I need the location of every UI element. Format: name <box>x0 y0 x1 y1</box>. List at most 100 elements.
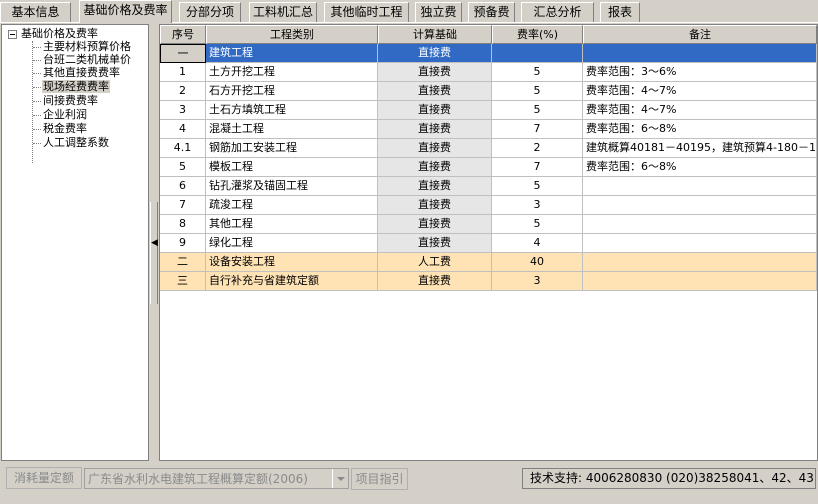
cell-basis[interactable]: 直接费 <box>378 158 492 177</box>
cell-type[interactable]: 钢筋加工安装工程 <box>206 139 378 158</box>
tab-basic-info[interactable]: 基本信息 <box>0 2 71 22</box>
cell-basis[interactable]: 直接费 <box>378 120 492 139</box>
table-row[interactable]: 一建筑工程 直接费 <box>160 44 817 63</box>
tab-labor-material-summary[interactable]: 工料机汇总 <box>249 2 317 22</box>
cell-rate[interactable]: 40 <box>492 253 583 272</box>
cell-note[interactable] <box>583 196 817 215</box>
table-row[interactable]: 4 混凝土工程 直接费 7 费率范围：6～8% <box>160 120 817 139</box>
table-row[interactable]: 3 土石方填筑工程 直接费 5 费率范围：4～7% <box>160 101 817 120</box>
cell-no[interactable]: 7 <box>160 196 206 215</box>
tab-independent-fee[interactable]: 独立费 <box>415 2 462 22</box>
cell-note[interactable]: 费率范围：3～6% <box>583 63 817 82</box>
cell-rate[interactable]: 5 <box>492 101 583 120</box>
cell-type[interactable]: 其他工程 <box>206 215 378 234</box>
cell-rate[interactable]: 5 <box>492 82 583 101</box>
table-row[interactable]: 6 钻孔灌浆及锚固工程 直接费 5 <box>160 177 817 196</box>
table-row[interactable]: 二设备安装工程 人工费 40 <box>160 253 817 272</box>
cell-note[interactable]: 建筑概算40181－40195，建筑预算4-180－1 <box>583 139 817 158</box>
cell-basis[interactable]: 直接费 <box>378 272 492 291</box>
cell-basis[interactable]: 人工费 <box>378 253 492 272</box>
cell-basis[interactable]: 直接费 <box>378 177 492 196</box>
tab-reports[interactable]: 报表 <box>600 2 640 22</box>
cell-no[interactable]: 8 <box>160 215 206 234</box>
tab-reserve-fee[interactable]: 预备费 <box>468 2 515 22</box>
cell-note[interactable]: 费率范围：6～8% <box>583 120 817 139</box>
cell-basis[interactable]: 直接费 <box>378 234 492 253</box>
consume-quota-button[interactable]: 消耗量定额 <box>6 467 82 489</box>
cell-note[interactable]: 费率范围：4～7% <box>583 101 817 120</box>
cell-type[interactable]: 设备安装工程 <box>206 253 378 272</box>
collapse-left-icon[interactable]: ◀ <box>151 238 158 248</box>
cell-rate[interactable]: 2 <box>492 139 583 158</box>
table-row[interactable]: 7 疏浚工程 直接费 3 <box>160 196 817 215</box>
cell-type[interactable]: 疏浚工程 <box>206 196 378 215</box>
cell-rate[interactable]: 7 <box>492 158 583 177</box>
table-row[interactable]: 1 土方开挖工程 直接费 5 费率范围：3～6% <box>160 63 817 82</box>
table-row[interactable]: 9 绿化工程 直接费 4 <box>160 234 817 253</box>
cell-rate[interactable] <box>492 44 583 63</box>
table-row[interactable]: 5 模板工程 直接费 7 费率范围：6～8% <box>160 158 817 177</box>
cell-rate[interactable]: 5 <box>492 215 583 234</box>
header-rate[interactable]: 费率(%) <box>492 25 583 44</box>
cell-type[interactable]: 自行补充与省建筑定额 <box>206 272 378 291</box>
cell-type[interactable]: 土石方填筑工程 <box>206 101 378 120</box>
cell-no[interactable]: 4 <box>160 120 206 139</box>
cell-note[interactable] <box>583 177 817 196</box>
collapse-icon[interactable] <box>8 29 17 39</box>
quota-select[interactable]: 广东省水利水电建筑工程概算定额(2006) <box>84 468 349 489</box>
tree-item-labor-factor[interactable]: 人工调整系数 <box>42 136 110 149</box>
cell-no[interactable]: 5 <box>160 158 206 177</box>
cell-type[interactable]: 建筑工程 <box>206 44 378 63</box>
splitter-grip[interactable] <box>150 202 158 304</box>
tree-item-profit[interactable]: 企业利润 <box>42 108 88 121</box>
cell-note[interactable] <box>583 44 817 63</box>
cell-no[interactable]: 9 <box>160 234 206 253</box>
tab-sub-items[interactable]: 分部分项 <box>179 2 241 22</box>
cell-note[interactable] <box>583 215 817 234</box>
cell-rate[interactable]: 3 <box>492 196 583 215</box>
cell-note[interactable]: 费率范围：4～7% <box>583 82 817 101</box>
cell-basis[interactable]: 直接费 <box>378 63 492 82</box>
project-guide-button[interactable]: 项目指引 <box>351 468 408 490</box>
tree-item-indirect-rate[interactable]: 间接费费率 <box>42 94 99 107</box>
cell-note[interactable] <box>583 234 817 253</box>
tree-item-machine-price[interactable]: 台班二类机械单价 <box>42 53 132 66</box>
header-note[interactable]: 备注 <box>583 25 817 44</box>
cell-rate[interactable]: 3 <box>492 272 583 291</box>
cell-no[interactable]: 3 <box>160 101 206 120</box>
cell-no[interactable]: 三 <box>160 272 206 291</box>
cell-basis[interactable]: 直接费 <box>378 139 492 158</box>
table-row[interactable]: 三自行补充与省建筑定额 直接费 3 <box>160 272 817 291</box>
cell-type[interactable]: 绿化工程 <box>206 234 378 253</box>
cell-rate[interactable]: 4 <box>492 234 583 253</box>
tree-root[interactable]: 基础价格及费率 <box>8 27 98 40</box>
cell-type[interactable]: 钻孔灌浆及锚固工程 <box>206 177 378 196</box>
tab-other-temporary[interactable]: 其他临时工程 <box>324 2 409 22</box>
header-type[interactable]: 工程类别 <box>206 25 378 44</box>
table-row[interactable]: 2 石方开挖工程 直接费 5 费率范围：4～7% <box>160 82 817 101</box>
tree-item-material-price[interactable]: 主要材料预算价格 <box>42 40 132 53</box>
cell-note[interactable]: 费率范围：6～8% <box>583 158 817 177</box>
header-no[interactable]: 序号 <box>160 25 206 44</box>
tree-item-site-fee-rate[interactable]: 现场经费费率 <box>42 80 110 93</box>
table-row[interactable]: 8 其他工程 直接费 5 <box>160 215 817 234</box>
cell-type[interactable]: 模板工程 <box>206 158 378 177</box>
header-basis[interactable]: 计算基础 <box>378 25 492 44</box>
panel-splitter[interactable]: ◀ <box>150 24 158 461</box>
cell-type[interactable]: 石方开挖工程 <box>206 82 378 101</box>
table-row[interactable]: 4.1 钢筋加工安装工程 直接费 2 建筑概算40181－40195，建筑预算4-180… <box>160 139 817 158</box>
cell-rate[interactable]: 5 <box>492 177 583 196</box>
cell-basis[interactable]: 直接费 <box>378 215 492 234</box>
cell-note[interactable] <box>583 272 817 291</box>
cell-basis[interactable]: 直接费 <box>378 44 492 63</box>
cell-type[interactable]: 土方开挖工程 <box>206 63 378 82</box>
cell-type[interactable]: 混凝土工程 <box>206 120 378 139</box>
cell-no[interactable]: 1 <box>160 63 206 82</box>
tab-basic-price-rates[interactable]: 基础价格及费率 <box>79 0 172 23</box>
cell-rate[interactable]: 7 <box>492 120 583 139</box>
cell-no[interactable]: 二 <box>160 253 206 272</box>
cell-no[interactable]: 6 <box>160 177 206 196</box>
cell-basis[interactable]: 直接费 <box>378 196 492 215</box>
tree-item-other-direct-rate[interactable]: 其他直接费费率 <box>42 66 121 79</box>
cell-no[interactable]: 一 <box>160 44 206 63</box>
